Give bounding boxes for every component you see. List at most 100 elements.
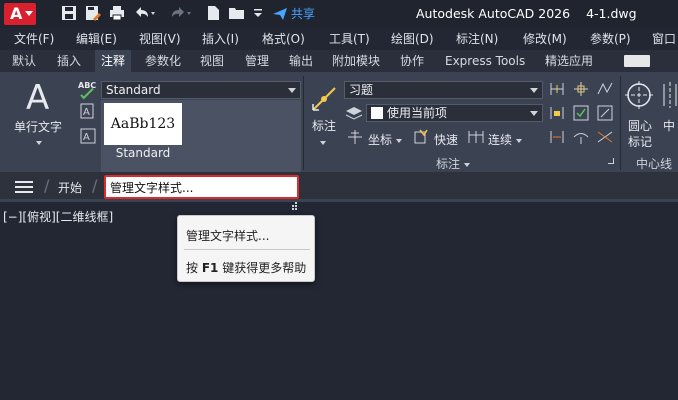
single-line-text-dropdown[interactable] [36, 135, 42, 149]
command-suggestion-popup: 管理文字样式... 按 F1 键获得更多帮助 [177, 215, 315, 282]
qat-customize-icon[interactable] [251, 4, 265, 24]
dimension-panel-title[interactable]: 标注 [436, 155, 470, 172]
menu-draw[interactable]: 绘图(D) [391, 28, 434, 50]
suggestion-f1-help[interactable]: 按 F1 键获得更多帮助 [186, 259, 306, 276]
new-file-icon[interactable] [204, 4, 222, 24]
save-as-icon[interactable] [84, 4, 102, 24]
command-search-input[interactable] [104, 175, 299, 199]
menu-dimension[interactable]: 标注(N) [456, 28, 498, 50]
dimension-icon[interactable] [309, 84, 339, 117]
dim-tool-icon-7[interactable] [548, 128, 566, 149]
dimension-layer-value: 使用当前项 [387, 106, 448, 120]
dimension-dropdown[interactable] [320, 135, 326, 149]
text-style-preview-name: Standard [115, 146, 171, 160]
tab-insert[interactable]: 插入 [57, 50, 81, 72]
start-tab[interactable]: 开始 [58, 179, 82, 196]
tab-parametric[interactable]: 参数化 [145, 50, 181, 72]
center-mark-icon[interactable] [624, 80, 654, 113]
centerline-panel-title: 中心线 [636, 157, 673, 171]
ribbon-tab-overflow-button[interactable] [624, 55, 650, 67]
hamburger-menu-icon[interactable] [15, 181, 33, 193]
tab-manage[interactable]: 管理 [245, 50, 269, 72]
app-title: Autodesk AutoCAD 2026 [416, 6, 571, 21]
dimension-panel-title-text: 标注 [436, 157, 461, 171]
file-tab-bar [0, 172, 678, 202]
dimension-style-select[interactable]: 习题 [344, 81, 543, 99]
tab-collaborate[interactable]: 协作 [400, 50, 424, 72]
tab-divider: / [92, 176, 98, 195]
undo-icon[interactable] [132, 4, 158, 24]
spell-check-button[interactable]: ABC [78, 81, 96, 100]
menu-tools[interactable]: 工具(T) [329, 28, 370, 50]
tab-annotate[interactable]: 注释 [95, 50, 132, 72]
share-icon [273, 7, 287, 20]
coordinate-button[interactable]: 坐标 [368, 131, 402, 148]
tab-express-tools[interactable]: Express Tools [445, 50, 525, 72]
coordinate-label: 坐标 [368, 133, 393, 147]
dim-tool-icon-9[interactable] [596, 128, 614, 149]
dimension-panel-launcher-icon[interactable] [608, 158, 614, 164]
dimension-button-label[interactable]: 标注 [312, 117, 336, 134]
dim-tool-icon-1[interactable] [548, 80, 566, 101]
share-button[interactable]: 共享 [272, 5, 315, 22]
menu-modify[interactable]: 修改(M) [523, 28, 567, 50]
menu-file[interactable]: 文件(F) [14, 28, 54, 50]
menu-format[interactable]: 格式(O) [262, 28, 305, 50]
menu-insert[interactable]: 插入(I) [202, 28, 239, 50]
continue-dimension-icon [467, 129, 485, 148]
quick-dimension-icon [414, 129, 430, 148]
dim-layer-icon [345, 105, 363, 124]
open-folder-icon[interactable] [228, 4, 246, 24]
resize-grip-icon[interactable] [290, 202, 298, 210]
menu-parametric[interactable]: 参数(P) [590, 28, 631, 50]
svg-text:A: A [83, 132, 90, 143]
single-line-text-icon[interactable]: A [24, 78, 54, 118]
dim-tool-icon-4[interactable] [548, 104, 566, 125]
file-name: 4-1.dwg [586, 6, 637, 21]
application-menu-button[interactable]: A [4, 3, 36, 25]
svg-text:A: A [83, 107, 90, 118]
tab-view[interactable]: 视图 [200, 50, 224, 72]
tab-featured-apps[interactable]: 精选应用 [545, 50, 593, 72]
dimension-style-value: 习题 [349, 83, 374, 97]
menu-window[interactable]: 窗口 [652, 28, 676, 50]
tab-divider: / [44, 176, 50, 195]
redo-icon[interactable] [168, 4, 194, 24]
continue-label: 连续 [488, 133, 513, 147]
help-suffix: 键获得更多帮助 [222, 261, 307, 275]
single-line-text-label[interactable]: 单行文字 [14, 118, 62, 135]
quick-dimension-button[interactable]: 快速 [434, 131, 458, 148]
tab-addins[interactable]: 附加模块 [332, 50, 380, 72]
tab-output[interactable]: 输出 [289, 50, 313, 72]
window-title: Autodesk AutoCAD 2026 4-1.dwg [416, 6, 637, 21]
popup-divider [184, 249, 310, 250]
continue-dimension-button[interactable]: 连续 [488, 131, 522, 148]
ribbon-tab-bar: 默认 插入 注释 参数化 视图 管理 输出 附加模块 协作 Express To… [0, 50, 678, 72]
dim-tool-icon-6[interactable] [596, 104, 614, 125]
dim-tool-icon-3[interactable] [596, 80, 614, 101]
app-logo-letter: A [10, 4, 23, 23]
panel-separator [620, 76, 621, 170]
dim-tool-icon-2[interactable] [572, 80, 590, 101]
find-text-icon[interactable]: A [80, 103, 94, 122]
menu-view[interactable]: 视图(V) [139, 28, 181, 50]
center-mark-label-2[interactable]: 标记 [628, 133, 652, 150]
coordinate-icon [347, 129, 363, 148]
text-style-select[interactable]: Standard [101, 81, 301, 99]
suggestion-manage-text-style[interactable]: 管理文字样式... [186, 227, 269, 244]
viewport-controls[interactable]: [−][俯视][二维线框] [3, 208, 113, 225]
text-style-preview[interactable]: AaBb123 [104, 103, 182, 145]
dim-tool-icon-8[interactable] [572, 128, 590, 149]
dim-tool-icon-5[interactable] [572, 104, 590, 125]
text-scale-icon[interactable]: A [80, 128, 96, 147]
menu-bar: 文件(F) 编辑(E) 视图(V) 插入(I) 格式(O) 工具(T) 绘图(D… [0, 28, 678, 50]
tab-default[interactable]: 默认 [12, 50, 36, 72]
menu-edit[interactable]: 编辑(E) [76, 28, 117, 50]
center-mark-label-1[interactable]: 圆心 [628, 117, 652, 134]
dimension-layer-select[interactable]: 使用当前项 [366, 104, 543, 122]
centerline-label-partial[interactable]: 中 [663, 117, 675, 134]
help-prefix: 按 [186, 261, 199, 275]
save-icon[interactable] [60, 4, 78, 24]
print-icon[interactable] [108, 4, 126, 24]
centerline-icon[interactable] [662, 80, 678, 113]
